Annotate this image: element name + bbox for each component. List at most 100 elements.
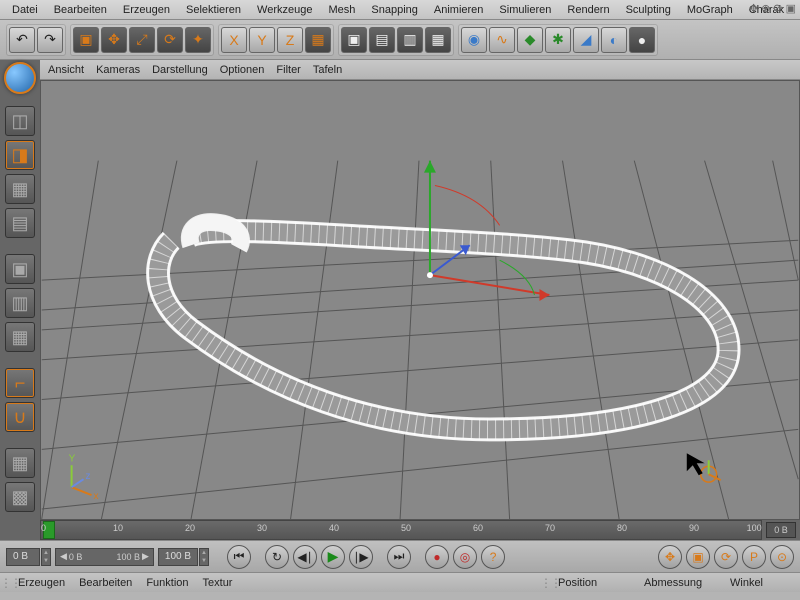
render-settings-button[interactable]: ▦ [425,27,451,53]
matmenu-bearbeiten[interactable]: Bearbeiten [79,577,132,589]
spline-button[interactable]: ∿ [489,27,515,53]
menu-mograph[interactable]: MoGraph [681,2,739,18]
generator2-button[interactable]: ✱ [545,27,571,53]
axis-x-button[interactable]: X [221,27,247,53]
tweak-mode-button[interactable]: ▩ [5,482,35,512]
nav-move-icon[interactable]: ✥ [749,2,758,15]
menu-werkzeuge[interactable]: Werkzeuge [251,2,318,18]
coord-position-header: Position [558,577,638,589]
make-editable-button[interactable]: ◫ [5,106,35,136]
menu-selektieren[interactable]: Selektieren [180,2,247,18]
polygons-mode-button[interactable]: ▦ [5,322,35,352]
play-fwd-icon: ∣▶ [353,550,368,564]
timeline-ruler[interactable]: 0 10 20 30 40 50 60 70 80 90 100 [40,520,762,540]
menu-bearbeiten[interactable]: Bearbeiten [48,2,113,18]
play-backward-button[interactable]: ◀∣ [293,545,317,569]
cursor-icon: ▣ [79,31,92,48]
points-mode-button[interactable]: ▣ [5,254,35,284]
environment-icon: ◐ [610,32,618,48]
opt2-button[interactable]: ⟳ [714,545,738,569]
matmenu-erzeugen[interactable]: Erzeugen [18,577,65,589]
material-manager-tabs: Erzeugen Bearbeiten Funktion Textur [8,577,540,589]
timeline-ruler-row: 0 10 20 30 40 50 60 70 80 90 100 0 B [40,520,800,540]
generator-button[interactable]: ◆ [517,27,543,53]
viewmenu-darstellung[interactable]: Darstellung [152,64,208,76]
undo-button[interactable]: ↶ [9,27,35,53]
current-frame-indicator: 0 B [766,522,796,538]
panel-grip-icon[interactable]: ⋮⋮ [0,576,8,590]
render-pic-button[interactable]: ▤ [369,27,395,53]
last-tool-button[interactable]: ✦ [185,27,211,53]
viewmenu-filter[interactable]: Filter [276,64,300,76]
matmenu-funktion[interactable]: Funktion [146,577,188,589]
opt3-button[interactable]: P [742,545,766,569]
edges-mode-button[interactable]: ▥ [5,288,35,318]
spline-icon: ∿ [496,31,508,48]
render2-icon: ▤ [375,31,388,48]
menu-rendern[interactable]: Rendern [561,2,615,18]
matmenu-textur[interactable]: Textur [203,577,233,589]
scale-icon: ⤢ [136,31,147,48]
menu-datei[interactable]: Datei [6,2,44,18]
workplane-mode-button[interactable]: ▤ [5,208,35,238]
model-mode-button[interactable]: ◨ [5,140,35,170]
world-globe-icon[interactable] [4,62,36,94]
snap-toggle-button[interactable]: ∪ [5,402,35,432]
generator-icon: ◆ [525,31,536,48]
loop-button[interactable]: ↻ [265,545,289,569]
nav-rotate-icon[interactable]: ⟳ [773,2,782,15]
redo-button[interactable]: ↷ [37,27,63,53]
coordinates-headers: Position Abmessung Winkel [548,577,800,589]
keyframe-help-button[interactable]: ? [481,545,505,569]
menu-sculpting[interactable]: Sculpting [620,2,677,18]
viewport-nav-icons: ✥ ⊕ ⟳ ▣ [749,2,796,15]
nav-maximize-icon[interactable]: ▣ [786,2,796,15]
menu-animieren[interactable]: Animieren [428,2,490,18]
menu-simulieren[interactable]: Simulieren [493,2,557,18]
deformer-button[interactable]: ◢ [573,27,599,53]
axis-y-button[interactable]: Y [249,27,275,53]
scale-button[interactable]: ⤢ [129,27,155,53]
goto-start-button[interactable]: ⏮ [227,545,251,569]
opt1-button[interactable]: ▣ [686,545,710,569]
rotate-button[interactable]: ⟳ [157,27,183,53]
coord-system-button[interactable]: ▦ [305,27,331,53]
play-forward-button[interactable]: ∣▶ [349,545,373,569]
move-button[interactable]: ✥ [101,27,127,53]
generator2-icon: ✱ [552,31,564,48]
axis-toggle-button[interactable]: ⌐ [5,368,35,398]
frame-end-field[interactable]: 100 B ▲▼ [158,548,209,566]
primitive-button[interactable]: ◉ [461,27,487,53]
svg-text:Y: Y [69,453,76,464]
viewmenu-ansicht[interactable]: Ansicht [48,64,84,76]
viewmenu-optionen[interactable]: Optionen [220,64,265,76]
texture-mode-button[interactable]: ▦ [5,174,35,204]
menu-erzeugen[interactable]: Erzeugen [117,2,176,18]
panel-grip-icon[interactable]: ⋮⋮ [540,576,548,590]
viewport-solo-button[interactable]: ▦ [5,448,35,478]
opt3-icon: P [750,550,758,564]
opt2-icon: ⟳ [721,550,731,564]
autokey-button[interactable]: ◎ [453,545,477,569]
viewmenu-tafeln[interactable]: Tafeln [313,64,342,76]
nav-zoom-icon[interactable]: ⊕ [761,2,770,15]
camera-button[interactable]: ● [629,27,655,53]
menu-mesh[interactable]: Mesh [322,2,361,18]
axis-z-button[interactable]: Z [277,27,303,53]
psr-button[interactable]: ✥ [658,545,682,569]
frame-start-field[interactable]: 0 B ▲▼ [6,548,51,566]
picture-viewer-button[interactable]: ▥ [397,27,423,53]
loop-icon: ↻ [272,550,282,564]
play-button[interactable]: ▶ [321,545,345,569]
viewmenu-kameras[interactable]: Kameras [96,64,140,76]
environment-button[interactable]: ◐ [601,27,627,53]
record-button[interactable]: ● [425,545,449,569]
render-view-button[interactable]: ▣ [341,27,367,53]
menu-snapping[interactable]: Snapping [365,2,424,18]
perspective-viewport[interactable]: x Y z [40,80,800,520]
live-select-button[interactable]: ▣ [73,27,99,53]
opt4-button[interactable]: ⊙ [770,545,794,569]
main-menu-bar: Datei Bearbeiten Erzeugen Selektieren We… [0,0,800,20]
preview-range[interactable]: ◀0 B 100 B▶ [55,548,154,566]
goto-end-button[interactable]: ⏭ [387,545,411,569]
